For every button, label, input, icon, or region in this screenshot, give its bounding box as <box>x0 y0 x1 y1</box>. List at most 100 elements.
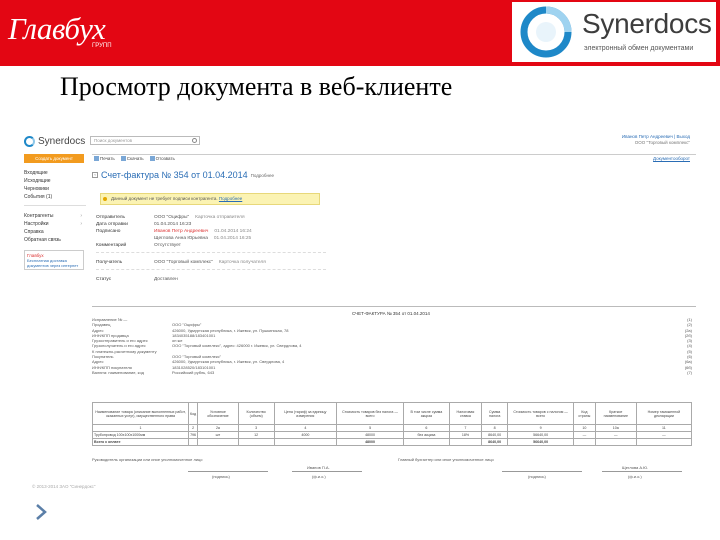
table-total-cell: 8640,00 <box>481 438 509 446</box>
new-document-button[interactable]: Создать документ <box>24 154 84 163</box>
chief-name: Иванов П.А. <box>307 465 330 470</box>
sidebar-item-label: Справка <box>24 229 44 235</box>
meta-value[interactable]: Щеглова Анна Юрьевна 01.04.2014 16:25 <box>154 235 326 242</box>
app-logo-text: Synerdocs <box>38 135 86 147</box>
meta-receiver: Получатель ООО "Торговый комплекс" Карточк… <box>96 259 326 270</box>
table-number-cell: 2 <box>187 424 199 432</box>
slide-header-bar: Главбух ГРУПП Synerdocs электронный обме… <box>0 0 720 66</box>
accountant-name: Щеглова А.Ю. <box>622 465 649 470</box>
synerdocs-logo-tagline: электронный обмен документами <box>584 45 694 52</box>
sidebar-item[interactable]: Контрагенты › <box>24 212 86 220</box>
meta-key: Получатель <box>96 260 123 265</box>
print-button[interactable]: Печать <box>94 156 115 161</box>
meta-value: Отсутствует <box>154 242 326 249</box>
table-header-cell: Количество (объем) <box>237 402 275 425</box>
table-total-cell: Всего к оплате <box>92 438 189 446</box>
sidebar-item[interactable]: Входящие <box>24 169 86 177</box>
invoice-field: Валюта: наименование, код Российский рубл… <box>92 370 452 375</box>
table-number-cell: 2а <box>197 424 239 432</box>
table-header-cell: Сумма налога <box>481 402 509 425</box>
warning-icon <box>103 197 107 201</box>
meta-row: Получатель ООО "Торговый комплекс" Карточк… <box>96 259 326 266</box>
glavbukh-logo-sub: ГРУПП <box>92 43 112 49</box>
accountant-signature-label: Главный бухгалтер или иное уполномоченно… <box>398 457 494 462</box>
invoice-field-key: Валюта: наименование, код <box>92 369 144 375</box>
meta-key: Подписано <box>96 229 121 234</box>
table-total-cell <box>635 438 693 446</box>
next-slide-chevron-icon[interactable] <box>34 504 48 520</box>
table-header-cell: Код страны <box>572 402 596 425</box>
meta-value[interactable]: ООО "Оцифры" Карточка отправителя <box>154 214 326 221</box>
meta-key: Комментарий <box>96 243 127 248</box>
sidebar-item[interactable]: Настройки › <box>24 220 86 228</box>
revoke-label: Отозвать <box>155 156 175 161</box>
print-icon <box>94 156 99 161</box>
meta-row: Статус Доставлен <box>96 276 326 283</box>
sidebar-item[interactable]: Справка <box>24 228 86 236</box>
table-number-cell: 1 <box>92 424 189 432</box>
sidebar-item-label: Исходящие <box>24 178 51 184</box>
invoice-field-number: (7) <box>687 369 692 375</box>
meta-value[interactable]: ООО "Торговый комплекс" Карточка получате… <box>154 259 326 266</box>
user-org: ООО "Торговый комплекс" <box>634 140 690 145</box>
back-arrow-icon[interactable]: ‹ <box>92 172 98 178</box>
logout-link[interactable]: Выход <box>677 134 690 139</box>
sidebar-item-label: Контрагенты <box>24 213 54 219</box>
table-number-cell: 10а <box>594 424 637 432</box>
table-number-cell: 3 <box>237 424 275 432</box>
table-header-cell: Номер таможенной декларации <box>635 402 693 425</box>
sidebar-item-label: Входящие <box>24 170 48 176</box>
table-total-cell <box>237 438 275 446</box>
sidebar-item[interactable]: События (1) <box>24 193 86 201</box>
download-button[interactable]: Скачать <box>120 156 144 161</box>
notice-banner: Данный документ не требует подписи контр… <box>100 193 320 205</box>
promo-banner[interactable]: Главбух Бесплатная доставка документов ч… <box>24 250 84 270</box>
print-label: Печать <box>100 156 115 161</box>
document-meta: Отправитель ООО "Оцифры" Карточка отправит… <box>96 214 326 283</box>
user-name-link[interactable]: Иванов Петр Андреевич <box>622 134 673 139</box>
slide-title: Просмотр документа в веб-клиенте <box>60 72 453 101</box>
table-total-cell <box>273 438 338 446</box>
search-icon[interactable] <box>192 138 197 143</box>
meta-value-text: 01.04.2014 16:23 <box>154 222 192 227</box>
table-total-cell <box>187 438 199 446</box>
table-total-cell <box>594 438 637 446</box>
notice-link[interactable]: Подробнее <box>219 196 242 201</box>
accountant-sign-line <box>502 471 582 472</box>
table-cell: Трубопровод 100х100х1000мм <box>92 431 189 439</box>
revoke-button[interactable]: Отозвать <box>149 156 175 161</box>
help-link[interactable]: Документооборот <box>653 156 690 161</box>
table-total-cell <box>403 438 450 446</box>
document-header: ‹ Счет-фактура № 354 от 01.04.2014 Подро… <box>92 170 274 180</box>
sidebar-item[interactable]: Обратная связь <box>24 236 86 244</box>
chief-sign-line <box>188 471 268 472</box>
chief-name-caption: (ф.и.о.) <box>312 474 326 479</box>
document-details-link[interactable]: Подробнее <box>251 173 274 178</box>
table-header-cell: Краткое наименование <box>594 402 637 425</box>
table-header-cell: Стоимость товаров с налогом — всего <box>507 402 574 425</box>
sidebar-item[interactable]: Черновики <box>24 185 86 193</box>
invoice-header: СЧЕТ-ФАКТУРА № 354 от 01.04.2014 <box>352 311 430 316</box>
table-cell: 4000 <box>273 431 338 439</box>
invoice-preview: СЧЕТ-ФАКТУРА № 354 от 01.04.2014 Исправл… <box>92 306 696 492</box>
meta-value-text: ООО "Оцифры" <box>154 215 190 220</box>
sidebar-item[interactable]: Исходящие <box>24 177 86 185</box>
chief-signature-label: Руководитель организации или иное уполно… <box>92 457 203 462</box>
meta-status: Статус Доставлен <box>96 276 326 283</box>
search-input[interactable]: Поиск документов <box>90 136 200 145</box>
meta-row: Дата отправки 01.04.2014 16:23 <box>96 221 326 228</box>
invoice-signatures: Руководитель организации или иное уполно… <box>92 455 692 487</box>
invoice-field-numbers: (1) (2) (2а) (2б) (3) (4) (5) (6) (6а) (6б) (7) <box>680 317 692 375</box>
meta-value-text: Отсутствует <box>154 243 181 248</box>
table-cell: шт <box>197 431 239 439</box>
table-cell: 18% <box>448 431 483 439</box>
table-cell: без акциза <box>403 431 450 439</box>
sidebar-folders: Входящие Исходящие Черновики События (1) <box>24 169 86 201</box>
table-cell: — <box>594 431 637 439</box>
sidebar-item-label: Черновики <box>24 186 49 192</box>
app-logo[interactable]: Synerdocs <box>24 134 85 148</box>
meta-value-text: Щеглова Анна Юрьевна <box>154 236 208 241</box>
meta-value[interactable]: Иванов Петр Андреевич 01.04.2014 16:24 <box>154 228 326 235</box>
accountant-sign-caption: (подпись) <box>528 474 546 479</box>
table-cell: — <box>572 431 596 439</box>
